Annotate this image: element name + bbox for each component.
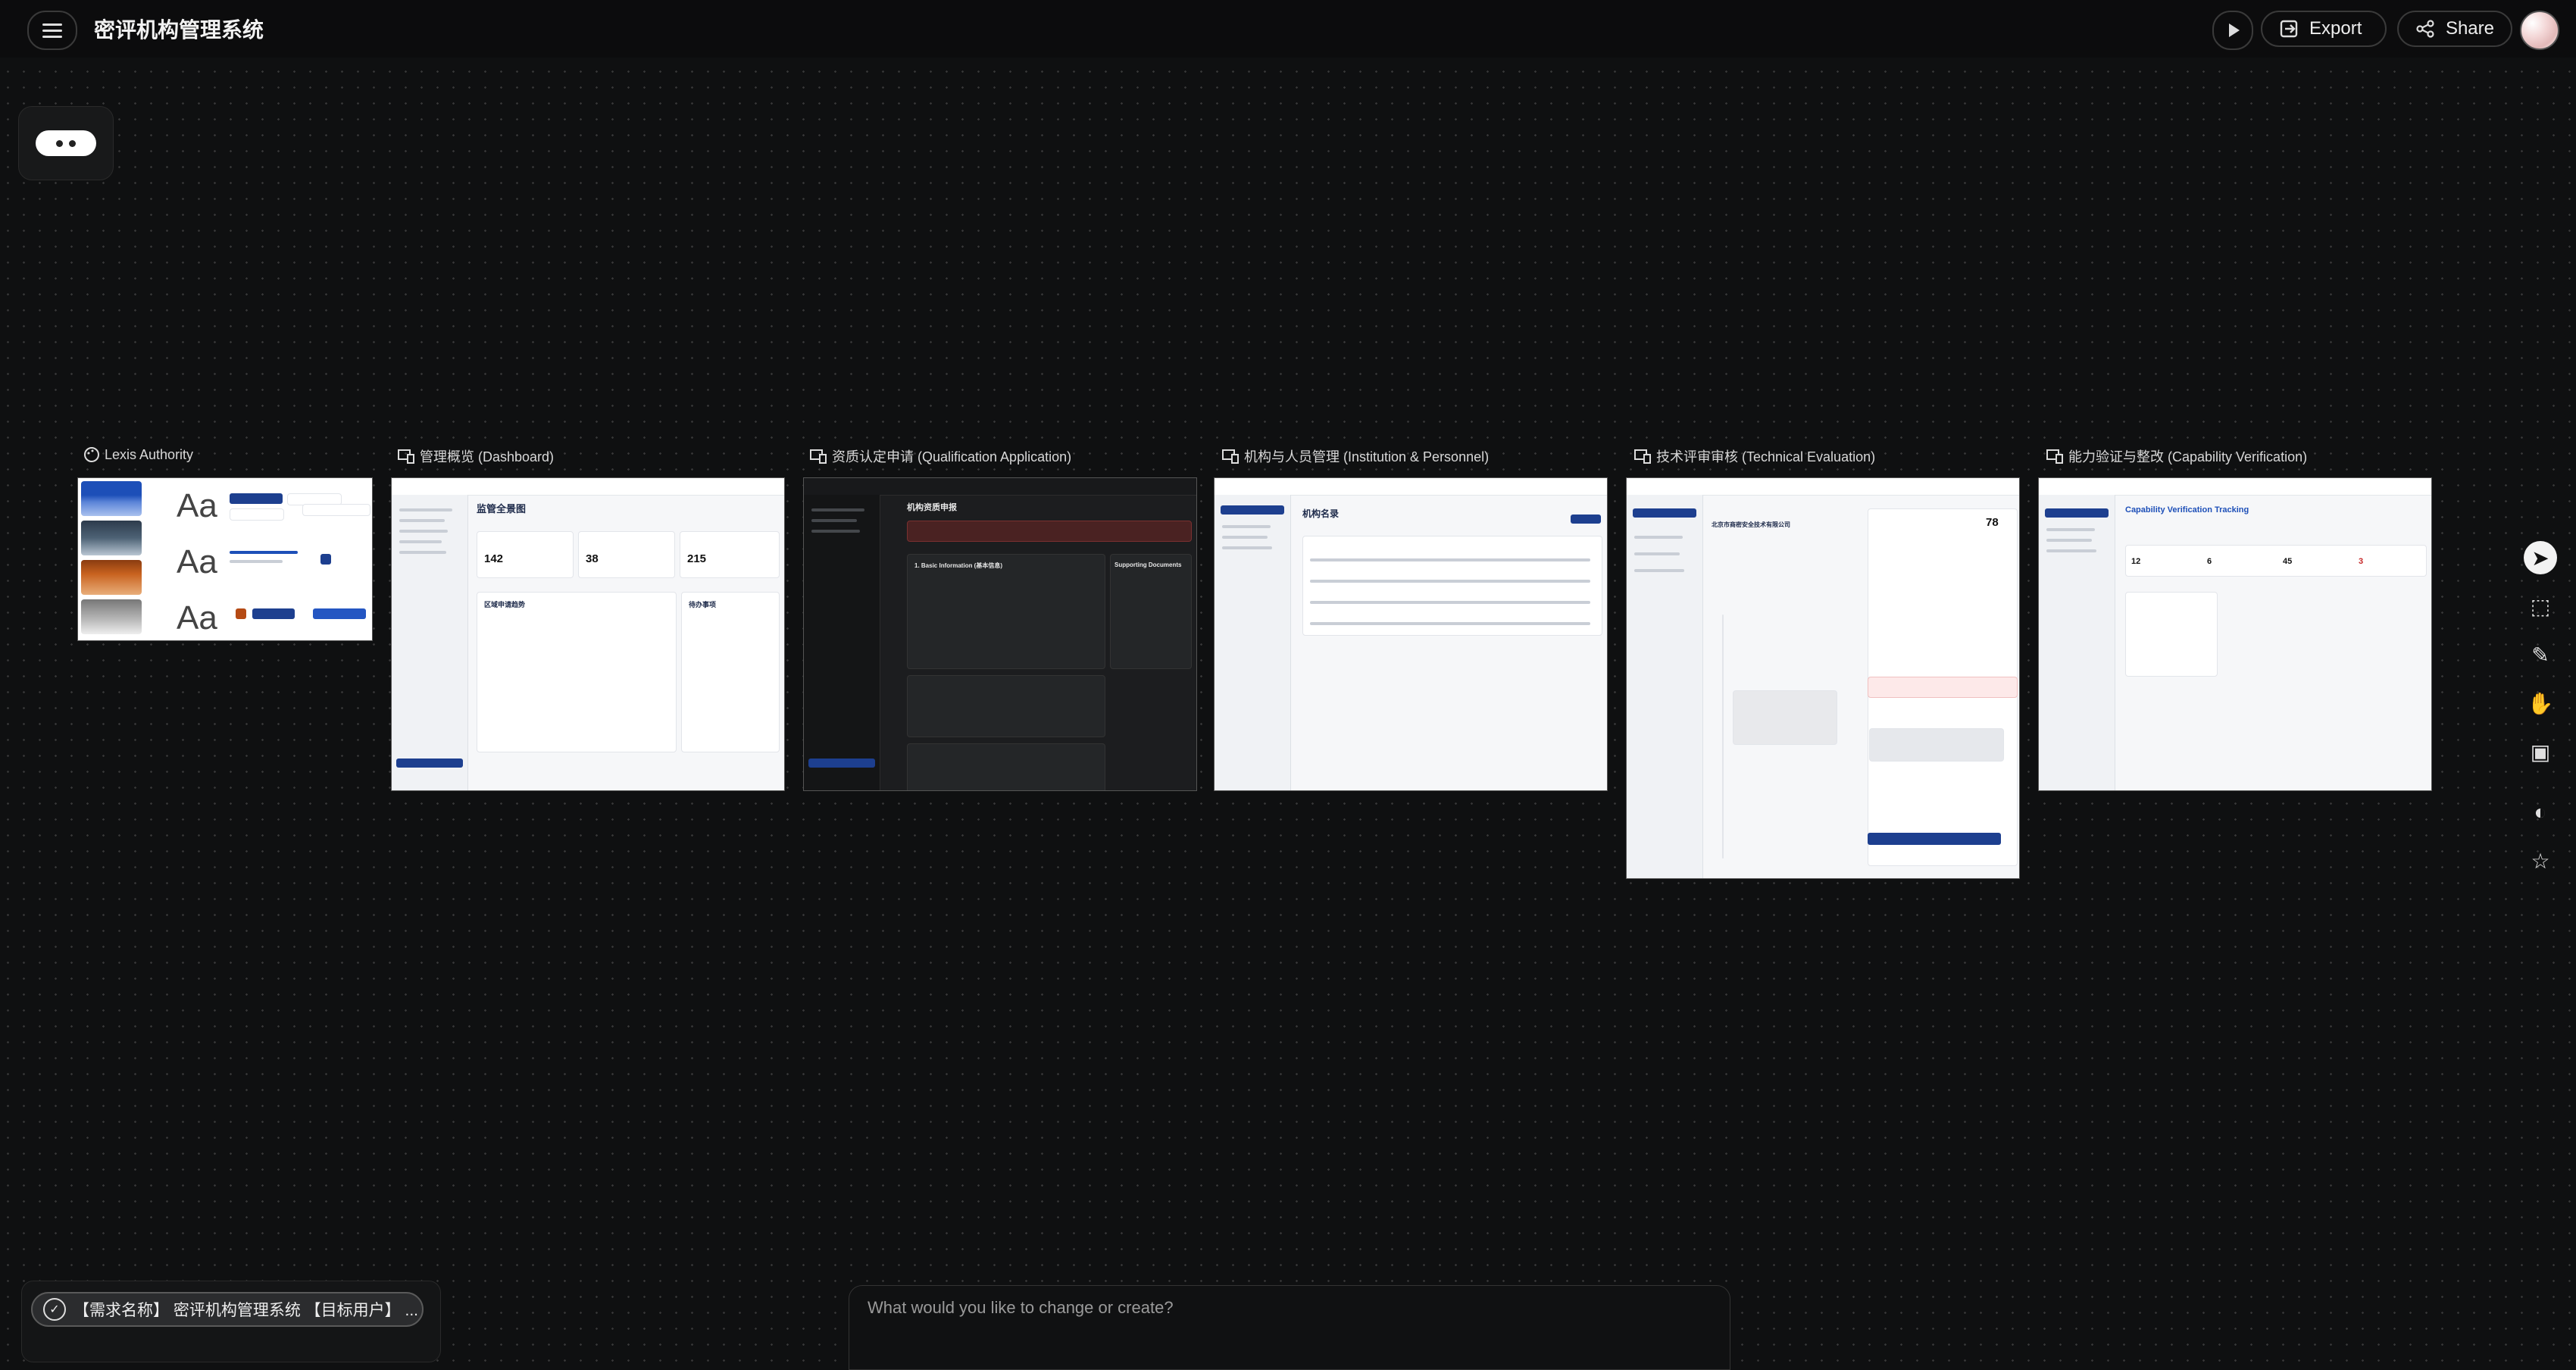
app-title: 密评机构管理系统 — [94, 18, 264, 42]
export-label: Export — [2309, 18, 2362, 39]
palette-icon — [84, 447, 99, 462]
frame-label-evaluation[interactable]: 技术评审审核 (Technical Evaluation) — [1633, 446, 1875, 466]
capabilities-card — [907, 743, 1105, 790]
select-area-icon[interactable]: ⬚ — [2524, 590, 2557, 623]
sample-accent-chip — [236, 608, 246, 619]
mini-new-button — [1221, 505, 1284, 515]
frame-label-institution[interactable]: 机构与人员管理 (Institution & Personnel) — [1221, 446, 1489, 466]
todo-card — [681, 592, 780, 752]
qualification-title: 机构资质申报 — [907, 503, 957, 512]
color-swatch-tertiary — [81, 560, 142, 595]
devices-icon — [1222, 449, 1239, 464]
sample-divider — [230, 560, 283, 563]
requirement-chip[interactable]: ✓ 【需求名称】 密评机构管理系统 【目标用户】 ... — [31, 1292, 424, 1327]
share-button[interactable]: Share — [2397, 11, 2512, 47]
type-sample-label: Aa — [177, 599, 217, 637]
export-icon — [2280, 20, 2298, 38]
type-sample-headline: Aa — [177, 487, 217, 524]
mini-sidebar — [392, 495, 468, 790]
chat-bubble-icon — [36, 130, 96, 156]
pencil-icon[interactable]: ✎ — [2524, 638, 2557, 671]
frame-dashboard[interactable]: 监管全景图 142 38 215 区域申请趋势 待办事项 — [391, 477, 785, 791]
basic-info-card — [907, 554, 1105, 669]
check-icon: ✓ — [43, 1298, 66, 1321]
requirement-panel: ✓ 【需求名称】 密评机构管理系统 【目标用户】 ... — [21, 1281, 441, 1362]
play-icon — [2229, 23, 2240, 37]
mini-header — [2039, 478, 2431, 496]
personnel-card — [907, 675, 1105, 737]
export-button[interactable]: Export — [2261, 11, 2387, 47]
sample-outline-button — [230, 508, 284, 521]
color-swatch-neutral — [81, 599, 142, 634]
type-sample-body: Aa — [177, 543, 217, 580]
frame-capability[interactable]: Capability Verification Tracking 12 6 45… — [2038, 477, 2432, 791]
frame-label-capability[interactable]: 能力验证与整改 (Capability Verification) — [2046, 446, 2307, 466]
score-value: 78 — [1986, 516, 1999, 529]
color-swatch-secondary — [81, 521, 142, 555]
color-swatch-primary — [81, 481, 142, 516]
submit-button — [1868, 833, 2001, 845]
devices-icon — [2046, 449, 2063, 464]
hand-icon[interactable]: ✋ — [2524, 687, 2557, 720]
play-button[interactable] — [2212, 11, 2253, 50]
frame-label-dashboard[interactable]: 管理概览 (Dashboard) — [397, 446, 554, 466]
frame-label-lexis[interactable]: Lexis Authority — [83, 446, 193, 463]
devices-icon — [810, 449, 827, 464]
sample-icon-row — [313, 608, 366, 619]
star-icon[interactable]: ☆ — [2524, 844, 2557, 877]
evaluation-title: 北京市商密安全技术有限公司 — [1712, 521, 1790, 528]
frame-institution[interactable]: 机构名录 — [1214, 477, 1608, 791]
avatar[interactable] — [2520, 11, 2559, 50]
comment-field — [1869, 728, 2004, 762]
image-icon[interactable]: ▣ — [2524, 735, 2557, 768]
right-toolbar: ➤ ⬚ ✎ ✋ ▣ ◐ ☆ — [2518, 533, 2562, 890]
institution-table — [1302, 536, 1602, 636]
devices-icon — [398, 449, 414, 464]
mini-new-button — [396, 759, 463, 768]
cursor-icon[interactable]: ➤ — [2524, 541, 2557, 574]
menu-icon[interactable] — [27, 11, 77, 50]
warning-banner — [907, 521, 1192, 542]
mini-header — [804, 478, 1196, 496]
frame-qualification[interactable]: 机构资质申报 1. Basic Information (基本信息) Suppo… — [803, 477, 1197, 791]
devices-icon — [1634, 449, 1651, 464]
mini-header — [1627, 478, 2019, 496]
sample-search-field — [302, 504, 370, 516]
issue-card — [2125, 592, 2218, 677]
sample-tag — [252, 608, 295, 619]
frame-lexis-authority[interactable]: Aa Aa Aa — [77, 477, 373, 641]
sample-primary-button — [230, 493, 283, 504]
chat-toggle-button[interactable] — [18, 106, 114, 180]
capability-title: Capability Verification Tracking — [2125, 505, 2249, 515]
documents-card — [1110, 554, 1192, 669]
dashboard-title: 监管全景图 — [477, 503, 527, 515]
top-bar: 密评机构管理系统 Export Share — [0, 0, 2576, 58]
document-preview — [1722, 615, 1724, 859]
share-label: Share — [2445, 18, 2494, 39]
mini-header — [1215, 478, 1607, 496]
alert-box — [1868, 677, 2018, 698]
mini-sidebar — [1215, 495, 1291, 790]
frame-evaluation[interactable]: 北京市商密安全技术有限公司 78 — [1626, 477, 2020, 879]
mini-header — [392, 478, 784, 496]
mini-sidebar — [804, 495, 880, 790]
share-icon — [2416, 20, 2434, 38]
frame-label-qualification[interactable]: 资质认定申请 (Qualification Application) — [809, 446, 1071, 466]
sample-progress — [230, 551, 298, 554]
palette-icon[interactable]: ◐ — [2524, 796, 2557, 829]
trend-chart-card — [477, 592, 677, 752]
prompt-placeholder: What would you like to change or create? — [868, 1298, 1174, 1317]
prompt-input[interactable]: What would you like to change or create? — [849, 1285, 1730, 1370]
sample-icon-chip — [320, 554, 331, 565]
institution-title: 机构名录 — [1302, 508, 1340, 519]
stats-row — [2125, 545, 2427, 577]
